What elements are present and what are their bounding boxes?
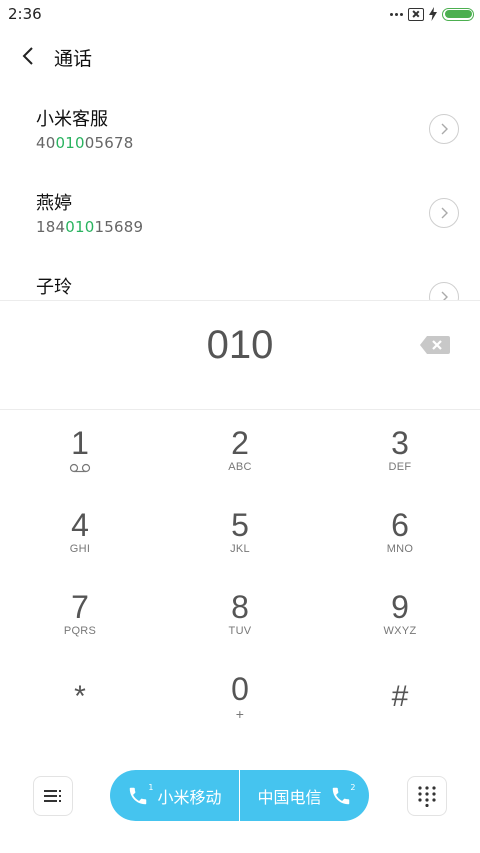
contact-item[interactable]: 小米客服 4001005678 [0, 90, 480, 174]
sim-slot-number: 1 [148, 782, 154, 792]
key-digit: * [74, 680, 86, 713]
key-1[interactable]: 1 [0, 410, 160, 492]
number-match: 010 [55, 134, 85, 152]
voicemail-icon [69, 463, 91, 473]
page-title: 通话 [54, 48, 93, 70]
key-digit: 5 [231, 507, 249, 543]
key-star[interactable]: * [0, 656, 160, 738]
number-prefix: 40 [36, 134, 56, 152]
key-9[interactable]: 9 WXYZ [320, 574, 480, 656]
key-digit: # [391, 680, 409, 713]
contact-detail-button[interactable] [429, 198, 459, 228]
dialed-number: 010 [206, 323, 274, 367]
key-letters: PQRS [63, 625, 97, 637]
key-digit: 7 [71, 589, 89, 625]
key-digit: 4 [71, 507, 89, 543]
sim2-label: 中国电信 [257, 787, 322, 807]
contact-item[interactable]: 子玲 [0, 258, 480, 300]
status-bar: 2:36 [0, 0, 480, 28]
key-letters: JKL [230, 543, 250, 555]
call-pill: 1 小米移动 中国电信 2 [110, 770, 369, 821]
menu-button[interactable] [33, 776, 73, 816]
key-digit: 9 [391, 589, 409, 625]
dialpad-grid-icon [418, 786, 436, 807]
key-letters: DEF [388, 461, 412, 473]
key-letters: WXYZ [383, 625, 417, 637]
contact-name: 燕婷 [36, 193, 72, 214]
contact-list: 小米客服 4001005678 燕婷 18401015689 子玲 [0, 90, 480, 300]
key-0[interactable]: 0 + [160, 656, 320, 738]
key-letters: MNO [386, 543, 414, 555]
key-digit: 0 [231, 671, 249, 707]
sim-off-icon [408, 7, 424, 21]
chevron-right-icon [441, 207, 448, 219]
dialpad-toggle-button[interactable] [407, 776, 447, 816]
key-digit: 6 [391, 507, 409, 543]
battery-icon [442, 7, 474, 21]
contact-detail-button[interactable] [429, 282, 459, 300]
status-icons [390, 6, 474, 22]
key-digit: 2 [231, 425, 249, 461]
key-digit: 3 [391, 425, 409, 461]
key-letters: ABC [228, 461, 252, 473]
contact-number: 18401015689 [36, 218, 143, 236]
key-digit: 1 [71, 425, 89, 461]
key-8[interactable]: 8 TUV [160, 574, 320, 656]
key-letters: TUV [228, 625, 252, 637]
key-2[interactable]: 2 ABC [160, 410, 320, 492]
backspace-icon [420, 336, 450, 354]
number-suffix: 15689 [94, 218, 144, 236]
key-letters: GHI [69, 543, 91, 555]
contact-name: 子玲 [36, 277, 72, 298]
call-sim1-button[interactable]: 1 小米移动 [110, 770, 240, 821]
key-hash[interactable]: # [320, 656, 480, 738]
number-prefix: 184 [36, 218, 66, 236]
phone-sim1-icon: 1 [127, 783, 153, 807]
contact-number: 4001005678 [36, 134, 133, 152]
phone-sim2-icon: 2 [330, 782, 356, 807]
delete-button[interactable] [419, 334, 451, 356]
key-7[interactable]: 7 PQRS [0, 574, 160, 656]
menu-icon [44, 790, 61, 802]
contact-item[interactable]: 燕婷 18401015689 [0, 174, 480, 258]
call-sim2-button[interactable]: 中国电信 2 [240, 770, 369, 821]
key-letters: + [235, 706, 245, 722]
charging-icon [429, 7, 437, 21]
key-5[interactable]: 5 JKL [160, 492, 320, 574]
status-time: 2:36 [8, 5, 42, 23]
number-match: 010 [65, 218, 95, 236]
sim-slot-number: 2 [350, 782, 356, 792]
back-arrow-icon [22, 47, 33, 65]
contact-name: 小米客服 [36, 109, 108, 130]
chevron-right-icon [441, 291, 448, 300]
chevron-right-icon [441, 123, 448, 135]
sim1-label: 小米移动 [157, 787, 222, 807]
key-6[interactable]: 6 MNO [320, 492, 480, 574]
key-3[interactable]: 3 DEF [320, 410, 480, 492]
header: 通话 [0, 28, 480, 86]
key-4[interactable]: 4 GHI [0, 492, 160, 574]
key-digit: 8 [231, 589, 249, 625]
more-dots-icon [390, 12, 403, 16]
number-suffix: 05678 [84, 134, 134, 152]
contact-detail-button[interactable] [429, 114, 459, 144]
back-button[interactable] [12, 40, 44, 72]
